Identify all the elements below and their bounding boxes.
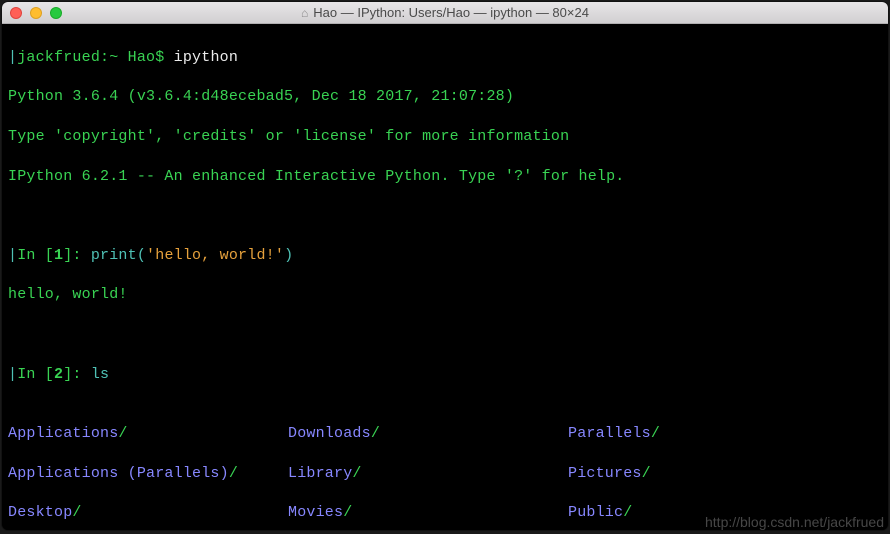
dir-movies: Movies bbox=[288, 504, 343, 521]
traffic-lights bbox=[2, 7, 62, 19]
python-banner-line3: IPython 6.2.1 -- An enhanced Interactive… bbox=[8, 167, 882, 187]
shell-user: jackfrued bbox=[17, 49, 100, 66]
dir-parallels: Parallels bbox=[568, 425, 651, 442]
terminal-window: ⌂ Hao — IPython: Users/Hao — ipython — 8… bbox=[2, 2, 888, 530]
dir-applications: Applications bbox=[8, 425, 118, 442]
window-title-text: Hao — IPython: Users/Hao — ipython — 80×… bbox=[313, 5, 589, 20]
terminal-body[interactable]: |jackfrued:~ Hao$ ipython Python 3.6.4 (… bbox=[2, 24, 888, 530]
shell-profile: Hao bbox=[128, 49, 156, 66]
dir-library: Library bbox=[288, 465, 352, 482]
window-titlebar: ⌂ Hao — IPython: Users/Hao — ipython — 8… bbox=[2, 2, 888, 24]
cell-1-code: print( bbox=[82, 247, 146, 264]
dir-desktop: Desktop bbox=[8, 504, 72, 521]
watermark-text: http://blog.csdn.net/jackfrued bbox=[705, 514, 884, 530]
minimize-window-icon[interactable] bbox=[30, 7, 42, 19]
cell-1-string: 'hello, world!' bbox=[146, 247, 284, 264]
home-icon: ⌂ bbox=[301, 6, 308, 20]
dir-downloads: Downloads bbox=[288, 425, 371, 442]
shell-command: ipython bbox=[174, 49, 238, 66]
dir-applications-parallels: Applications (Parallels) bbox=[8, 465, 229, 482]
cell-2-number: 2 bbox=[54, 366, 63, 383]
close-window-icon[interactable] bbox=[10, 7, 22, 19]
ls-output: Applications/ Applications (Parallels)/ … bbox=[8, 404, 882, 530]
window-title: ⌂ Hao — IPython: Users/Hao — ipython — 8… bbox=[2, 5, 888, 20]
python-banner-line2: Type 'copyright', 'credits' or 'license'… bbox=[8, 127, 882, 147]
cell-1-output: hello, world! bbox=[8, 285, 882, 305]
dir-pictures: Pictures bbox=[568, 465, 642, 482]
cell-2-code: ls bbox=[82, 366, 110, 383]
cell-1-number: 1 bbox=[54, 247, 63, 264]
zoom-window-icon[interactable] bbox=[50, 7, 62, 19]
dir-public: Public bbox=[568, 504, 623, 521]
python-banner-line1: Python 3.6.4 (v3.6.4:d48ecebad5, Dec 18 … bbox=[8, 87, 882, 107]
